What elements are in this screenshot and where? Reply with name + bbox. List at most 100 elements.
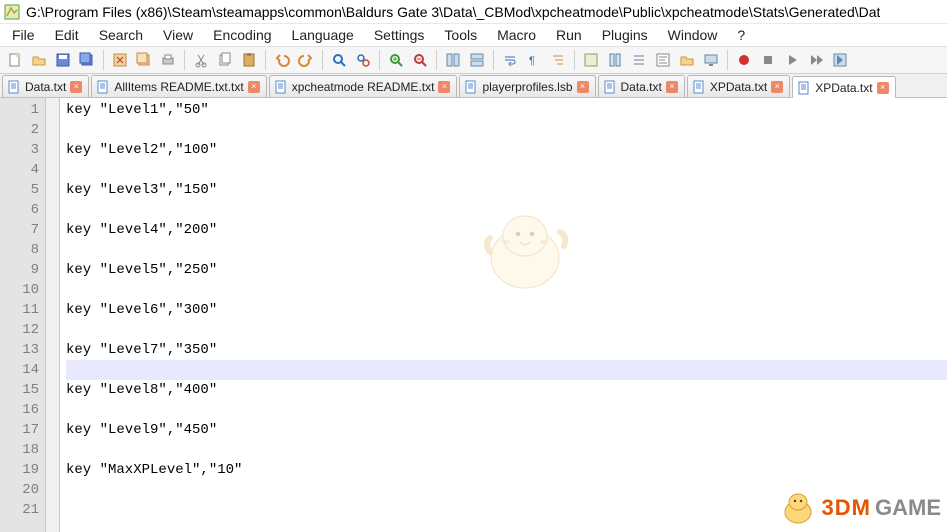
sync-h-button[interactable] bbox=[466, 49, 488, 71]
line-number: 8 bbox=[0, 240, 39, 260]
file-icon bbox=[464, 80, 478, 94]
tab-label: xpcheatmode README.txt bbox=[292, 80, 435, 94]
indent-guide-button[interactable] bbox=[547, 49, 569, 71]
redo-button[interactable] bbox=[295, 49, 317, 71]
tab-close-icon[interactable]: × bbox=[70, 81, 82, 93]
code-line[interactable] bbox=[66, 500, 947, 520]
line-number: 10 bbox=[0, 280, 39, 300]
sync-v-button[interactable] bbox=[442, 49, 464, 71]
menu-edit[interactable]: Edit bbox=[45, 25, 89, 45]
tab-4[interactable]: Data.txt× bbox=[598, 75, 685, 97]
code-line[interactable]: key "Level9","450" bbox=[66, 420, 947, 440]
menu-plugins[interactable]: Plugins bbox=[592, 25, 658, 45]
open-file-button[interactable] bbox=[28, 49, 50, 71]
code-line[interactable]: key "Level5","250" bbox=[66, 260, 947, 280]
tab-close-icon[interactable]: × bbox=[877, 82, 889, 94]
monitor-button[interactable] bbox=[700, 49, 722, 71]
file-icon bbox=[96, 80, 110, 94]
menu-tools[interactable]: Tools bbox=[434, 25, 487, 45]
paste-button[interactable] bbox=[238, 49, 260, 71]
code-line[interactable] bbox=[66, 480, 947, 500]
tab-0[interactable]: Data.txt× bbox=[2, 75, 89, 97]
toolbar-separator bbox=[727, 50, 728, 70]
stop-macro-button[interactable] bbox=[757, 49, 779, 71]
toolbar-separator bbox=[322, 50, 323, 70]
file-icon bbox=[797, 81, 811, 95]
code-line[interactable] bbox=[66, 280, 947, 300]
tab-2[interactable]: xpcheatmode README.txt× bbox=[269, 75, 458, 97]
title-bar: G:\Program Files (x86)\Steam\steamapps\c… bbox=[0, 0, 947, 24]
tab-close-icon[interactable]: × bbox=[666, 81, 678, 93]
close-all-button[interactable] bbox=[133, 49, 155, 71]
menu-run[interactable]: Run bbox=[546, 25, 592, 45]
play-macro-button[interactable] bbox=[781, 49, 803, 71]
line-number: 2 bbox=[0, 120, 39, 140]
code-line[interactable] bbox=[66, 320, 947, 340]
code-line[interactable]: key "MaxXPLevel","10" bbox=[66, 460, 947, 480]
code-line[interactable] bbox=[66, 240, 947, 260]
code-line[interactable]: key "Level6","300" bbox=[66, 300, 947, 320]
code-line[interactable]: key "Level1","50" bbox=[66, 100, 947, 120]
tab-close-icon[interactable]: × bbox=[248, 81, 260, 93]
menu-encoding[interactable]: Encoding bbox=[203, 25, 281, 45]
save-all-button[interactable] bbox=[76, 49, 98, 71]
line-number: 4 bbox=[0, 160, 39, 180]
code-view[interactable]: key "Level1","50" key "Level2","100" key "… bbox=[60, 98, 947, 532]
tab-3[interactable]: playerprofiles.lsb× bbox=[459, 75, 595, 97]
code-line[interactable]: key "Level3","150" bbox=[66, 180, 947, 200]
menu-language[interactable]: Language bbox=[282, 25, 364, 45]
svg-text:¶: ¶ bbox=[529, 55, 535, 67]
toolbar-separator bbox=[436, 50, 437, 70]
record-macro-button[interactable] bbox=[733, 49, 755, 71]
wordwrap-button[interactable] bbox=[499, 49, 521, 71]
tab-close-icon[interactable]: × bbox=[438, 81, 450, 93]
copy-button[interactable] bbox=[214, 49, 236, 71]
tab-5[interactable]: XPData.txt× bbox=[687, 75, 790, 97]
line-number: 17 bbox=[0, 420, 39, 440]
line-number: 13 bbox=[0, 340, 39, 360]
replace-button[interactable] bbox=[352, 49, 374, 71]
func-list-button[interactable] bbox=[652, 49, 674, 71]
cut-button[interactable] bbox=[190, 49, 212, 71]
user-lang-button[interactable] bbox=[580, 49, 602, 71]
app-icon bbox=[4, 4, 20, 20]
code-line[interactable] bbox=[66, 160, 947, 180]
toolbar: ¶ bbox=[0, 46, 947, 74]
tab-6[interactable]: XPData.txt× bbox=[792, 76, 895, 98]
menu-view[interactable]: View bbox=[153, 25, 203, 45]
menu-macro[interactable]: Macro bbox=[487, 25, 546, 45]
code-line[interactable] bbox=[66, 200, 947, 220]
find-button[interactable] bbox=[328, 49, 350, 71]
zoom-in-button[interactable] bbox=[385, 49, 407, 71]
close-button[interactable] bbox=[109, 49, 131, 71]
play-multi-button[interactable] bbox=[805, 49, 827, 71]
doc-list-button[interactable] bbox=[628, 49, 650, 71]
menu-settings[interactable]: Settings bbox=[364, 25, 435, 45]
code-line[interactable]: key "Level2","100" bbox=[66, 140, 947, 160]
code-line[interactable] bbox=[66, 440, 947, 460]
tab-1[interactable]: AllItems README.txt.txt × bbox=[91, 75, 266, 97]
code-line[interactable] bbox=[66, 400, 947, 420]
line-number: 3 bbox=[0, 140, 39, 160]
code-line[interactable]: key "Level7","350" bbox=[66, 340, 947, 360]
code-line[interactable] bbox=[66, 120, 947, 140]
code-line[interactable]: key "Level8","400" bbox=[66, 380, 947, 400]
new-file-button[interactable] bbox=[4, 49, 26, 71]
menu-window[interactable]: Window bbox=[658, 25, 728, 45]
code-line[interactable] bbox=[66, 360, 947, 380]
folder-button[interactable] bbox=[676, 49, 698, 71]
print-button[interactable] bbox=[157, 49, 179, 71]
save-macro-button[interactable] bbox=[829, 49, 851, 71]
menu-search[interactable]: Search bbox=[89, 25, 153, 45]
code-line[interactable]: key "Level4","200" bbox=[66, 220, 947, 240]
menu-help[interactable]: ? bbox=[727, 25, 755, 45]
show-all-chars-button[interactable]: ¶ bbox=[523, 49, 545, 71]
tab-close-icon[interactable]: × bbox=[771, 81, 783, 93]
undo-button[interactable] bbox=[271, 49, 293, 71]
save-button[interactable] bbox=[52, 49, 74, 71]
menu-file[interactable]: File bbox=[2, 25, 45, 45]
doc-map-button[interactable] bbox=[604, 49, 626, 71]
zoom-out-button[interactable] bbox=[409, 49, 431, 71]
tab-label: AllItems README.txt.txt bbox=[114, 80, 243, 94]
tab-close-icon[interactable]: × bbox=[577, 81, 589, 93]
